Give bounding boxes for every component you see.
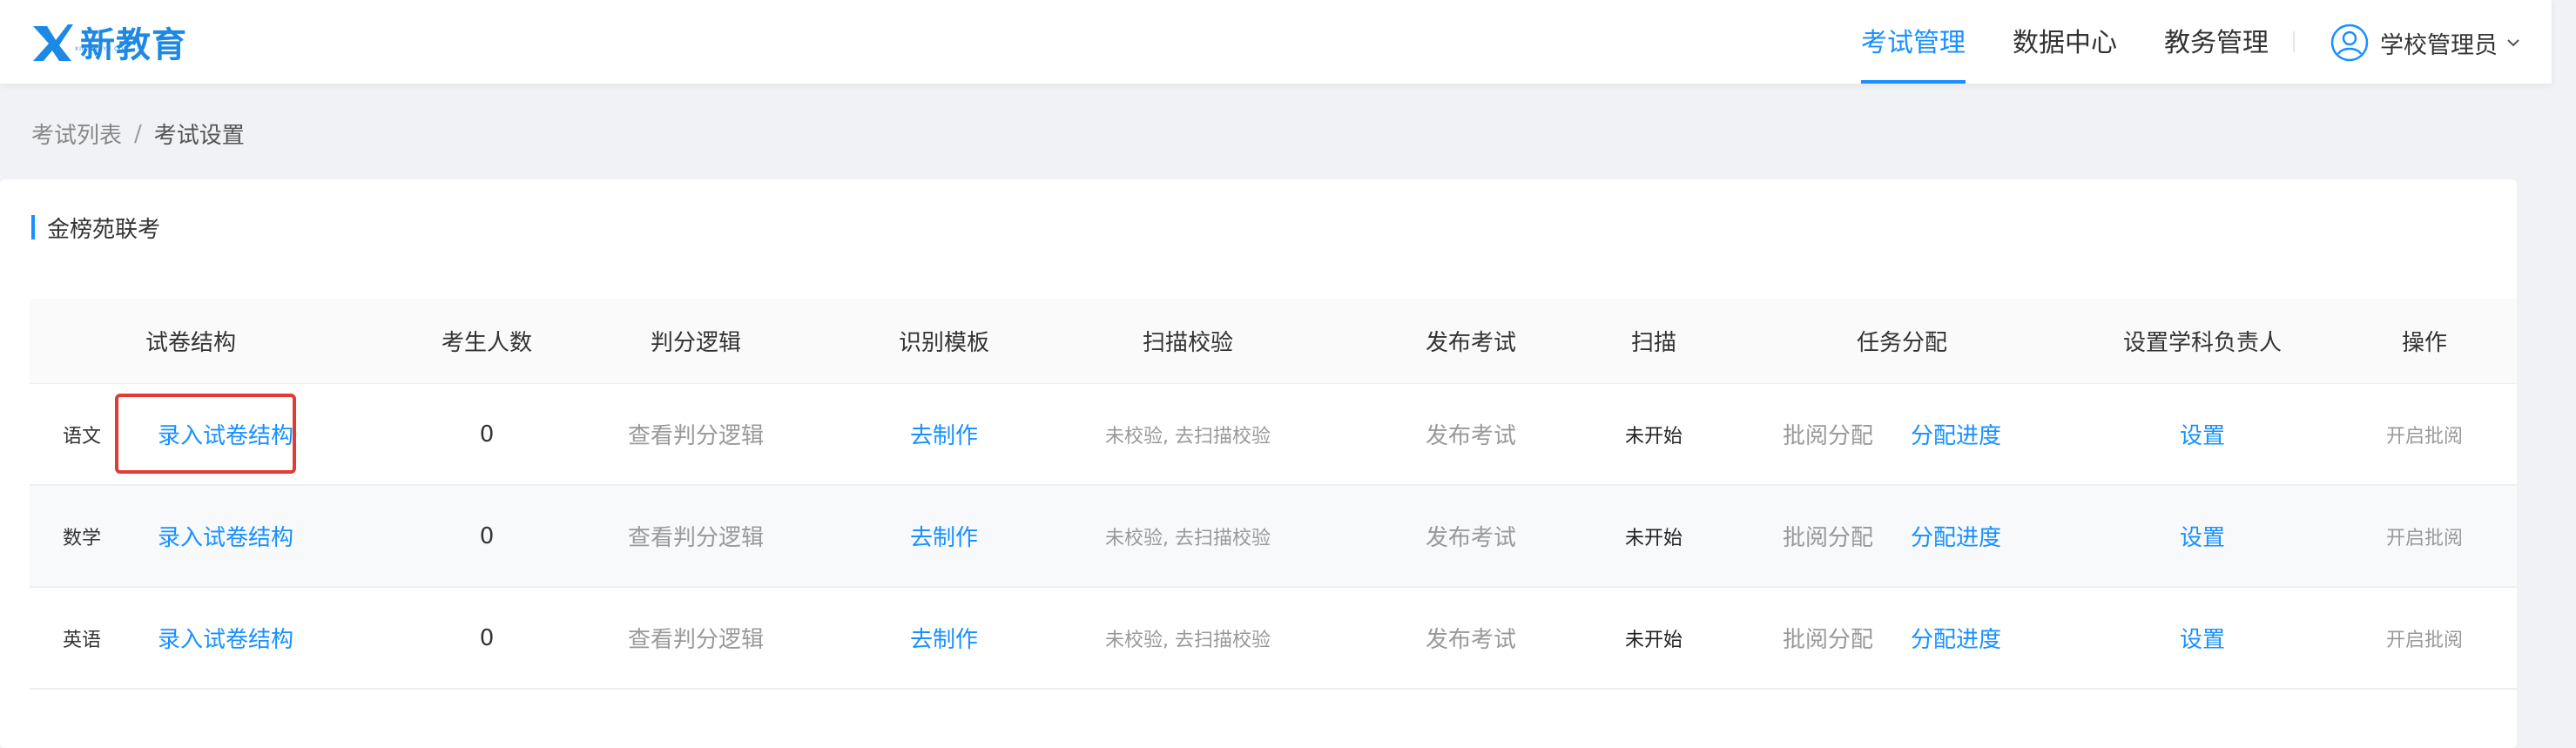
scan-status: 未开始 — [1624, 425, 1682, 448]
publish-exam-link[interactable]: 发布考试 — [1362, 588, 1580, 688]
col-header-assign: 任务分配 — [1856, 330, 1947, 356]
scan-status: 未开始 — [1624, 527, 1682, 549]
title-accent-bar — [31, 215, 35, 239]
col-header-owner: 设置学科负责人 — [2122, 330, 2282, 356]
col-header-action: 操作 — [2401, 330, 2447, 356]
assign-progress-link[interactable]: 分配进度 — [1878, 588, 2034, 688]
nav-item-exam-management[interactable]: 考试管理 — [1861, 0, 1966, 84]
view-logic-link[interactable]: 查看判分逻辑 — [587, 588, 805, 688]
nav-divider — [2293, 31, 2295, 52]
col-header-template: 识别模板 — [898, 330, 989, 356]
student-count: 0 — [479, 421, 495, 448]
view-logic-link[interactable]: 查看判分逻辑 — [587, 486, 805, 586]
scan-verify-link[interactable]: 未校验, 去扫描校验 — [1057, 384, 1318, 484]
start-grading-link[interactable]: 开启批阅 — [2346, 384, 2503, 484]
table-row: 英语 录入试卷结构 0 查看判分逻辑 去制作 未校验, 去扫描校验 发布考试 未… — [30, 588, 2517, 690]
col-header-structure: 试卷结构 — [145, 330, 236, 356]
scan-verify-link[interactable]: 未校验, 去扫描校验 — [1057, 588, 1318, 688]
nav-item-academic-management[interactable]: 教务管理 — [2164, 0, 2269, 84]
grading-assign-link[interactable]: 批阅分配 — [1758, 588, 1898, 688]
col-header-publish: 发布考试 — [1425, 330, 1516, 356]
view-logic-link[interactable]: 查看判分逻辑 — [587, 384, 805, 484]
table-row: 语文 录入试卷结构 0 查看判分逻辑 去制作 未校验, 去扫描校验 发布考试 未… — [30, 384, 2517, 486]
top-header: 新教育 XIN JIAOYU.COM 考试管理 数据中心 教务管理 学校管理员 — [0, 0, 2552, 84]
enter-structure-link[interactable]: 录入试卷结构 — [125, 588, 326, 688]
subject-label: 数学 — [62, 527, 101, 549]
set-owner-link[interactable]: 设置 — [2054, 588, 2350, 688]
user-menu[interactable]: 学校管理员 — [2330, 23, 2520, 63]
table-row: 数学 录入试卷结构 0 查看判分逻辑 去制作 未校验, 去扫描校验 发布考试 未… — [30, 486, 2517, 588]
grading-assign-link[interactable]: 批阅分配 — [1758, 384, 1898, 484]
table-header: 试卷结构 考生人数 判分逻辑 识别模板 扫描校验 发布考试 扫描 任务分配 设置… — [30, 299, 2517, 384]
col-header-scan: 扫描 — [1630, 330, 1676, 356]
set-owner-link[interactable]: 设置 — [2054, 486, 2350, 586]
enter-structure-link[interactable]: 录入试卷结构 — [125, 486, 326, 586]
make-template-link[interactable]: 去制作 — [835, 486, 1053, 586]
brand-logo[interactable]: 新教育 — [30, 17, 187, 66]
assign-progress-link[interactable]: 分配进度 — [1878, 486, 2034, 586]
scan-status: 未开始 — [1624, 629, 1682, 651]
student-count: 0 — [479, 624, 495, 651]
make-template-link[interactable]: 去制作 — [835, 588, 1053, 688]
subjects-table: 试卷结构 考生人数 判分逻辑 识别模板 扫描校验 发布考试 扫描 任务分配 设置… — [30, 299, 2517, 690]
assign-progress-link[interactable]: 分配进度 — [1878, 384, 2034, 484]
chevron-down-icon — [2507, 39, 2519, 47]
brand-name: 新教育 — [80, 25, 187, 65]
enter-structure-link[interactable]: 录入试卷结构 — [125, 384, 326, 484]
brand-subtitle: XIN JIAOYU.COM — [75, 46, 130, 52]
publish-exam-link[interactable]: 发布考试 — [1362, 384, 1580, 484]
col-header-verify: 扫描校验 — [1142, 330, 1233, 356]
user-avatar-icon — [2330, 24, 2369, 62]
subject-label: 语文 — [62, 425, 101, 448]
start-grading-link[interactable]: 开启批阅 — [2346, 486, 2503, 586]
publish-exam-link[interactable]: 发布考试 — [1362, 486, 1580, 586]
breadcrumb-separator: / — [134, 120, 142, 147]
exam-name: 金榜苑联考 — [47, 216, 161, 243]
scan-verify-link[interactable]: 未校验, 去扫描校验 — [1057, 486, 1318, 586]
nav-item-data-center[interactable]: 数据中心 — [2013, 0, 2117, 84]
col-header-count: 考生人数 — [441, 330, 532, 356]
student-count: 0 — [479, 522, 495, 549]
start-grading-link[interactable]: 开启批阅 — [2346, 588, 2503, 688]
brand-x-icon — [33, 24, 73, 61]
user-role-label: 学校管理员 — [2380, 31, 2498, 59]
subject-label: 英语 — [62, 629, 101, 651]
breadcrumb: 考试列表 / 考试设置 — [31, 118, 245, 150]
make-template-link[interactable]: 去制作 — [835, 384, 1053, 484]
breadcrumb-exam-settings: 考试设置 — [153, 123, 245, 149]
grading-assign-link[interactable]: 批阅分配 — [1758, 486, 1898, 586]
exam-settings-card: 金榜苑联考 试卷结构 考生人数 判分逻辑 识别模板 扫描校验 发布考试 扫描 任… — [0, 179, 2517, 748]
breadcrumb-exam-list[interactable]: 考试列表 — [31, 118, 122, 150]
exam-title: 金榜苑联考 — [31, 214, 160, 243]
main-nav: 考试管理 数据中心 教务管理 — [1861, 0, 2316, 84]
set-owner-link[interactable]: 设置 — [2054, 384, 2350, 484]
col-header-logic: 判分逻辑 — [650, 330, 741, 356]
